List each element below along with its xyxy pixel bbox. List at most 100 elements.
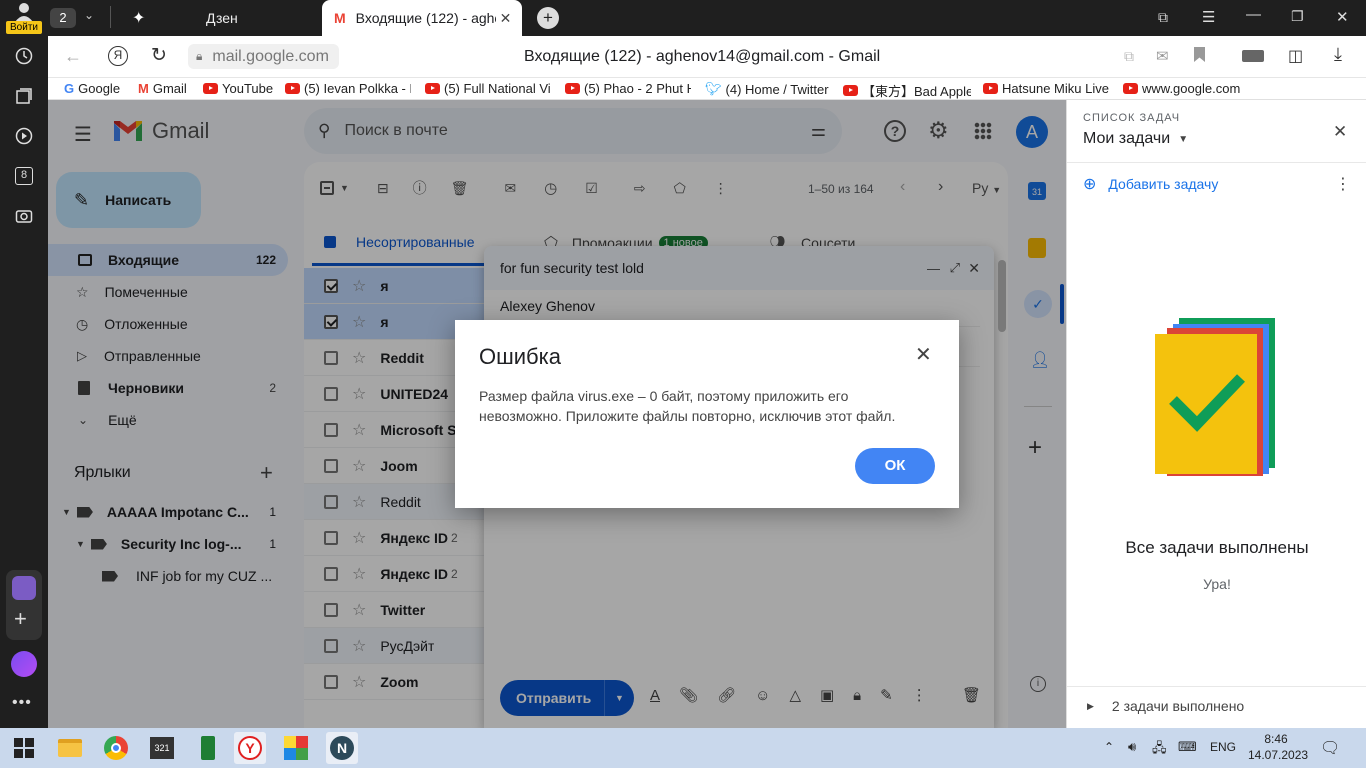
- yandex-icon[interactable]: Я: [108, 46, 128, 66]
- login-label: Войти: [6, 21, 42, 34]
- screenshot-icon[interactable]: [10, 202, 38, 230]
- youtube-icon: [983, 83, 998, 94]
- app-icon[interactable]: [192, 732, 224, 764]
- tasks-panel: СПИСОК ЗАДАЧ Мои задачи ▼ ✕ ⊕ Добавить з…: [1066, 100, 1366, 728]
- browser-sidebar: Войти 8 + •••: [0, 0, 48, 728]
- completed-section[interactable]: ▶ 2 задачи выполнено: [1087, 698, 1244, 714]
- lock-icon: 🔒︎: [196, 49, 203, 63]
- games-icon[interactable]: [12, 576, 36, 600]
- video-icon[interactable]: [10, 122, 38, 150]
- all-done-illustration: [1155, 318, 1275, 476]
- restore-icon[interactable]: ❐: [1291, 8, 1304, 25]
- bookmark-label: Google: [78, 81, 121, 96]
- back-icon[interactable]: ←: [64, 46, 82, 67]
- bookmark-label: (5) Full National Vi: [444, 81, 551, 96]
- bookmark-label: (5) Ievan Polkka - H: [304, 81, 411, 96]
- new-tab-button[interactable]: +: [537, 7, 559, 29]
- page-title: Входящие (122) - aghenov14@gmail.com - G…: [524, 48, 881, 65]
- chrome-icon[interactable]: [100, 732, 132, 764]
- windows-taskbar: 321 Y N ⌃ 🔊︎ 🖧 ⌨ ENG 8:46 14.07.2023 🗨︎: [0, 728, 1366, 768]
- gmail-icon: M: [138, 81, 149, 96]
- dialog-message: Размер файла virus.exe – 0 байт, поэтому…: [479, 388, 896, 424]
- bookmark-label: 【東方】Bad Apple!!: [862, 84, 971, 99]
- twitter-icon: 🐦︎: [705, 81, 722, 96]
- bookmark-miku[interactable]: Hatsune Miku Live: [983, 81, 1109, 96]
- error-dialog: Ошибка ✕ Размер файла virus.exe – 0 байт…: [455, 320, 959, 508]
- bookmark-label: Gmail: [152, 81, 187, 96]
- address-bar-row: ← Я ↻ 🔒︎ mail.google.com Входящие (122) …: [48, 36, 1366, 78]
- windows-start-icon[interactable]: [8, 732, 40, 764]
- close-dialog-icon[interactable]: ✕: [915, 342, 932, 367]
- youtube-icon: [1123, 83, 1138, 94]
- file-explorer-icon[interactable]: [54, 732, 86, 764]
- clock[interactable]: 8:46 14.07.2023: [1248, 732, 1309, 762]
- caret-right-icon: ▶: [1087, 700, 1094, 711]
- bookmark-badapple[interactable]: 【東方】Bad Apple!!: [843, 81, 971, 100]
- youtube-icon: [203, 83, 218, 94]
- minimize-icon[interactable]: —: [1246, 6, 1261, 23]
- tab-zen[interactable]: Дзен: [148, 0, 318, 36]
- url-text: mail.google.com: [212, 47, 329, 65]
- close-window-icon[interactable]: ✕: [1336, 8, 1349, 26]
- clock-date: 14.07.2023: [1248, 748, 1309, 762]
- language-indicator[interactable]: ENG: [1210, 740, 1236, 754]
- add-icon[interactable]: +: [14, 608, 27, 630]
- bookmark-phao[interactable]: (5) Phao - 2 Phut H: [565, 81, 691, 96]
- yandex-browser-icon[interactable]: Y: [234, 732, 266, 764]
- task-menu-icon[interactable]: ⋮: [1335, 174, 1351, 194]
- app-icon[interactable]: N: [326, 732, 358, 764]
- add-task-label: Добавить задачу: [1108, 176, 1219, 192]
- bookmarks-panel-icon[interactable]: ⧉: [1158, 9, 1168, 26]
- url-chip[interactable]: 🔒︎ mail.google.com: [188, 44, 339, 69]
- bookmark-national[interactable]: (5) Full National Vi: [425, 81, 551, 96]
- caret-icon: ▼: [1178, 133, 1189, 145]
- tab-label: Входящие (122) - aghen: [355, 10, 496, 26]
- gmail-favicon-icon: M: [334, 10, 346, 26]
- ok-button[interactable]: ОК: [855, 448, 935, 484]
- bookmark-youtube[interactable]: YouTube: [203, 81, 273, 96]
- completed-label: 2 задачи выполнено: [1111, 698, 1245, 714]
- translate-icon[interactable]: ⧉: [1124, 48, 1134, 65]
- tab-strip: 2 ⌄ ✦ Дзен M Входящие (122) - aghen ✕ + …: [48, 0, 1366, 36]
- badge-icon[interactable]: 8: [10, 162, 38, 190]
- add-task-button[interactable]: ⊕ Добавить задачу: [1083, 174, 1218, 194]
- history-icon[interactable]: [10, 42, 38, 70]
- app-icon[interactable]: [280, 732, 312, 764]
- zen-icon: ✦: [132, 10, 146, 27]
- network-icon[interactable]: 🖧: [1152, 739, 1167, 761]
- collections-icon[interactable]: [10, 82, 38, 110]
- bookmark-icon[interactable]: [1194, 47, 1205, 62]
- sidepanel-icon[interactable]: ◫: [1288, 46, 1303, 66]
- divider: [1067, 686, 1366, 687]
- bookmark-label: Hatsune Miku Live: [1002, 81, 1109, 96]
- bookmark-gmail[interactable]: M Gmail: [138, 81, 187, 96]
- tabs-chevron-icon[interactable]: ⌄: [84, 8, 94, 22]
- reload-icon[interactable]: ↻: [151, 44, 167, 67]
- notifications-icon[interactable]: 🗨︎: [1320, 738, 1340, 758]
- add-task-icon: ⊕: [1083, 176, 1097, 193]
- profile-button[interactable]: Войти: [6, 2, 42, 34]
- task-list-selector[interactable]: Мои задачи ▼: [1083, 130, 1188, 148]
- menu-icon[interactable]: ☰: [1202, 8, 1215, 26]
- tab-gmail[interactable]: M Входящие (122) - aghen ✕: [322, 0, 522, 36]
- google-icon: G: [64, 81, 75, 96]
- bookmarks-bar: G Google M Gmail YouTube (5) Ievan Polkka …: [48, 78, 1366, 100]
- close-panel-icon[interactable]: ✕: [1333, 122, 1347, 142]
- tray-expand-icon[interactable]: ⌃: [1104, 740, 1114, 754]
- extension-icon[interactable]: [1242, 50, 1264, 62]
- tab-counter[interactable]: 2: [50, 8, 76, 28]
- bookmark-google[interactable]: G Google: [64, 81, 120, 96]
- mail-icon[interactable]: ✉: [1156, 47, 1169, 65]
- close-tab-icon[interactable]: ✕: [500, 10, 512, 27]
- volume-icon[interactable]: 🔊︎: [1128, 739, 1136, 755]
- alice-icon[interactable]: [11, 651, 37, 677]
- media-player-icon[interactable]: 321: [146, 732, 178, 764]
- games-panel: +: [6, 570, 42, 640]
- more-icon[interactable]: •••: [12, 694, 32, 712]
- bookmark-twitter[interactable]: 🐦︎ (4) Home / Twitter: [705, 81, 829, 97]
- task-list-name: Мои задачи: [1083, 130, 1171, 147]
- download-icon[interactable]: ⤓: [1334, 44, 1342, 65]
- bookmark-googlecom[interactable]: www.google.com: [1123, 81, 1240, 96]
- keyboard-icon[interactable]: ⌨: [1178, 739, 1197, 755]
- bookmark-ievan[interactable]: (5) Ievan Polkka - H: [285, 81, 411, 96]
